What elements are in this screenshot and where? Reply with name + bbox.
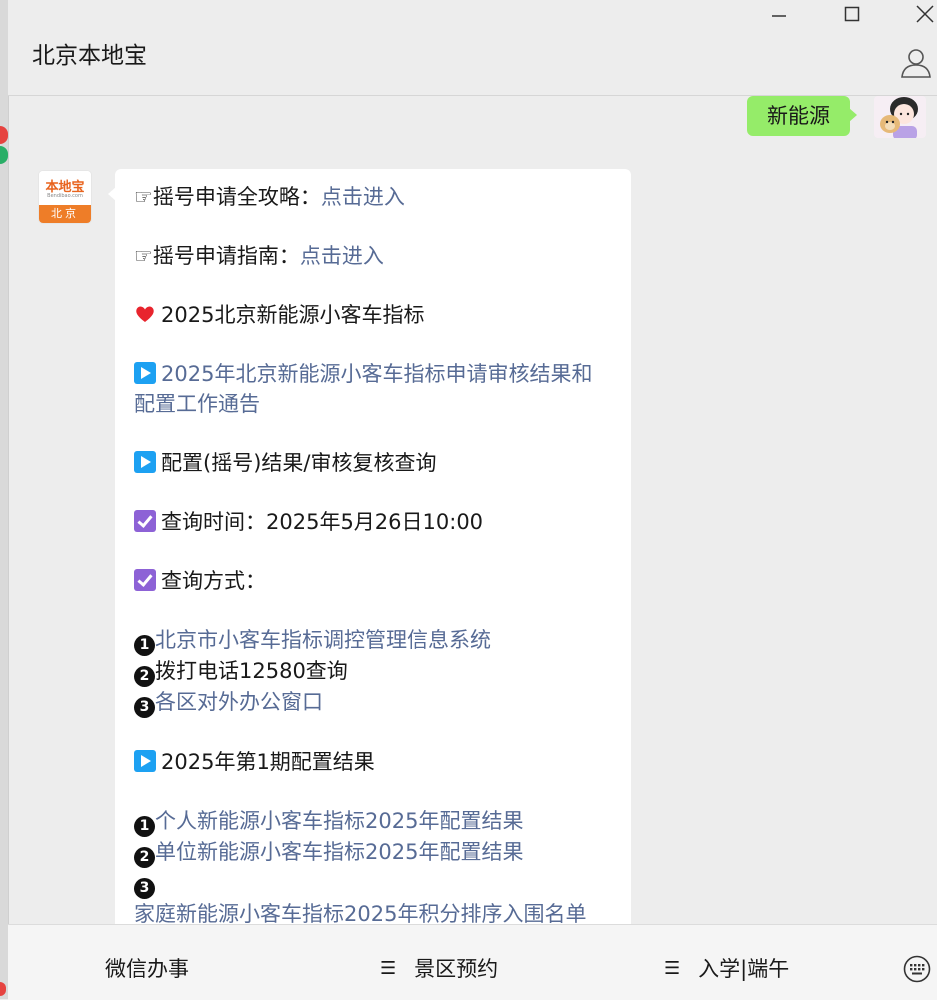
chat-area[interactable]: 新能源 本地宝 Bendibao.com 北京 ☞摇号申请全攻略：点击进入 ☞摇…: [8, 96, 937, 924]
avatar-image: [874, 96, 926, 138]
list-item: 3 各区对外办公窗口: [134, 687, 612, 718]
incoming-message: ☞摇号申请全攻略：点击进入 ☞摇号申请指南：点击进入 2025北京新能源小客车指…: [108, 169, 631, 924]
list-item: 1 北京市小客车指标调控管理信息系统: [134, 625, 612, 656]
list-item: 1 个人新能源小客车指标2025年配置结果: [134, 806, 612, 837]
close-button[interactable]: [900, 0, 937, 28]
minimize-button[interactable]: [754, 0, 804, 28]
number-badge: 1: [134, 816, 155, 837]
text: 拨打电话12580查询: [155, 659, 348, 683]
heart-icon: [136, 306, 154, 322]
logo-url: Bendibao.com: [47, 193, 83, 199]
checkbox-icon: [134, 510, 156, 532]
number-badge: 2: [134, 666, 155, 687]
menu-item-wechat-service[interactable]: 微信办事: [105, 953, 189, 983]
link-windows[interactable]: 各区对外办公窗口: [155, 690, 323, 714]
line-heading: 2025北京新能源小客车指标: [134, 300, 612, 330]
unread-badge: [0, 126, 8, 144]
chat-title: 北京本地宝: [32, 43, 147, 69]
checkbox-icon: [134, 569, 156, 591]
line-guide-all: ☞摇号申请全攻略：点击进入: [134, 182, 612, 212]
link-enter[interactable]: 点击进入: [321, 185, 405, 209]
text: ☞摇号申请全攻略：: [134, 185, 321, 209]
unread-badge: [0, 982, 6, 996]
text: 2025北京新能源小客车指标: [161, 303, 425, 327]
link-system[interactable]: 北京市小客车指标调控管理信息系统: [155, 628, 491, 652]
online-indicator: [0, 146, 8, 164]
menu-label: 入学|端午: [698, 957, 790, 981]
line-results: 2025年第1期配置结果: [134, 747, 612, 777]
official-account-avatar[interactable]: 本地宝 Bendibao.com 北京: [38, 170, 92, 224]
list-item: 2 拨打电话12580查询: [134, 656, 612, 687]
link-personal-results[interactable]: 个人新能源小客车指标2025年配置结果: [155, 809, 523, 833]
number-badge: 3: [134, 697, 155, 718]
maximize-icon: [844, 6, 860, 22]
my-avatar[interactable]: [874, 96, 926, 138]
title-bar: 北京本地宝: [8, 0, 937, 96]
minimize-icon: [772, 15, 786, 17]
link-enter[interactable]: 点击进入: [300, 244, 384, 268]
maximize-button[interactable]: [827, 0, 877, 28]
text: 查询时间：2025年5月26日10:00: [161, 510, 484, 534]
text: 配置(摇号)结果/审核复核查询: [161, 451, 437, 475]
bottom-menu-bar: 微信办事 ☰ 景区预约 ☰ 入学|端午: [8, 924, 937, 1000]
play-button-icon: [134, 451, 156, 473]
menu-label: 微信办事: [105, 957, 189, 981]
menu-item-scenic-booking[interactable]: ☰ 景区预约: [380, 953, 498, 983]
line-query: 配置(摇号)结果/审核复核查询: [134, 448, 612, 478]
logo-area: 本地宝 Bendibao.com: [39, 171, 91, 207]
number-badge: 1: [134, 635, 155, 656]
person-icon[interactable]: [899, 46, 933, 80]
line-query-method: 查询方式：: [134, 566, 612, 596]
list-item: 2 单位新能源小客车指标2025年配置结果: [134, 837, 612, 868]
text: 查询方式：: [161, 569, 266, 593]
close-icon: [916, 5, 934, 23]
number-badge: 2: [134, 847, 155, 868]
line-query-time: 查询时间：2025年5月26日10:00: [134, 507, 612, 537]
menu-icon: ☰: [380, 957, 397, 979]
text: 2025年第1期配置结果: [161, 750, 375, 774]
number-badge: 3: [134, 878, 155, 899]
link-family-ranking[interactable]: 家庭新能源小客车指标2025年积分排序入围名单: [134, 902, 586, 924]
list-item-continued: 家庭新能源小客车指标2025年积分排序入围名单: [134, 899, 612, 924]
logo-city: 北京: [39, 205, 91, 223]
play-button-icon: [134, 750, 156, 772]
link-unit-results[interactable]: 单位新能源小客车指标2025年配置结果: [155, 840, 523, 864]
line-guide: ☞摇号申请指南：点击进入: [134, 241, 612, 271]
outgoing-message[interactable]: 新能源: [747, 96, 857, 136]
keyboard-icon[interactable]: [903, 955, 931, 983]
menu-label: 景区预约: [414, 957, 499, 981]
menu-item-school-festival[interactable]: ☰ 入学|端午: [664, 953, 789, 983]
text: ☞摇号申请指南：: [134, 244, 300, 268]
link-notice[interactable]: 2025年北京新能源小客车指标申请审核结果和配置工作通告: [134, 362, 592, 416]
list-item: 3: [134, 868, 612, 899]
line-notice: 2025年北京新能源小客车指标申请审核结果和配置工作通告: [134, 359, 612, 419]
play-button-icon: [134, 362, 156, 384]
menu-icon: ☰: [664, 957, 681, 979]
